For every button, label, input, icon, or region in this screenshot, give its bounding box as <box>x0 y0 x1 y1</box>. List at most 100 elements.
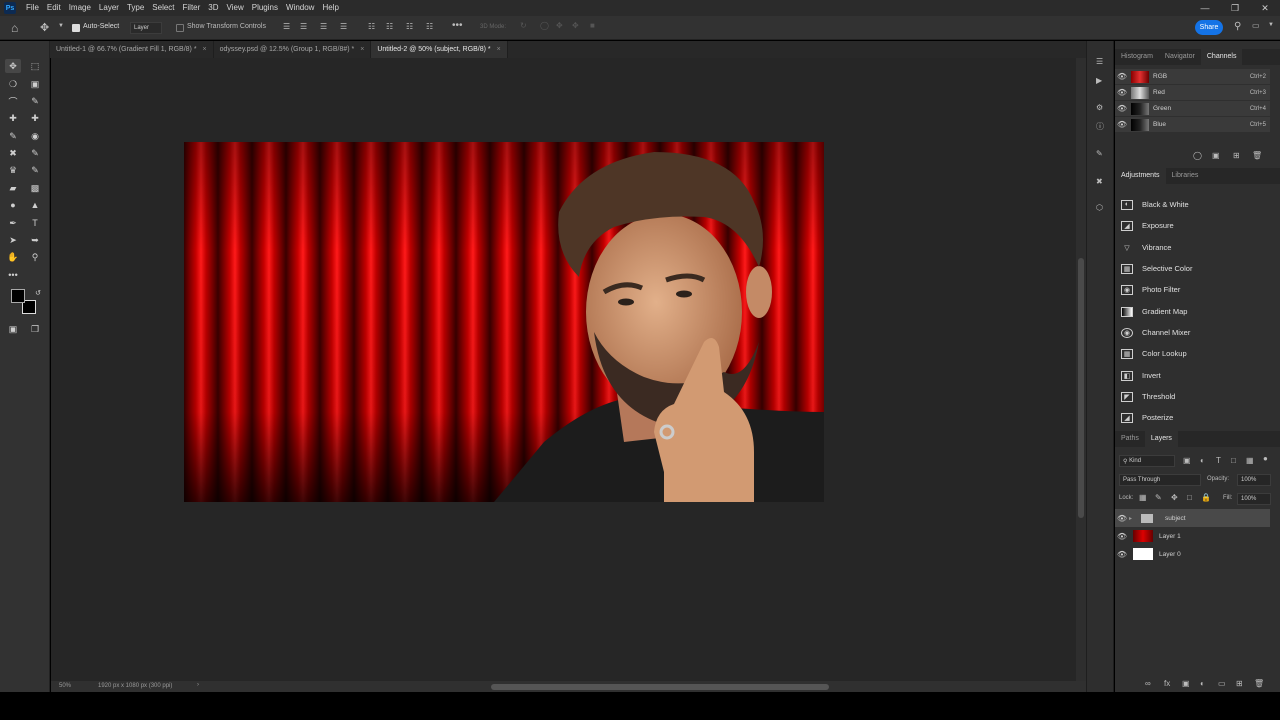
history-brush-icon[interactable]: ✎ <box>27 163 43 177</box>
eyedropper-tool-icon[interactable]: ✎ <box>27 94 43 108</box>
tab-channels[interactable]: Channels <box>1200 49 1243 65</box>
auto-select-checkbox[interactable] <box>72 24 80 32</box>
lock-artboard-icon[interactable]: □ <box>1187 493 1192 502</box>
visibility-eye-icon[interactable]: 👁 <box>1115 514 1129 523</box>
menu-view[interactable]: View <box>223 0 248 16</box>
filter-smart-icon[interactable]: ▦ <box>1246 456 1254 465</box>
edit-toolbar-icon[interactable]: ••• <box>5 268 21 282</box>
adjustment-item[interactable]: Gradient Map <box>1121 301 1261 322</box>
document-tab-active[interactable]: Untitled-2 @ 50% (subject, RGB/8) * × <box>371 41 508 58</box>
tab-histogram[interactable]: Histogram <box>1115 49 1159 65</box>
fx-icon[interactable]: fx <box>1164 679 1170 688</box>
properties-icon[interactable]: ⚙ <box>1096 103 1103 112</box>
layer-row[interactable]: 👁 Layer 0 <box>1115 545 1270 563</box>
channel-row[interactable]: 👁 RGB Ctrl+2 <box>1115 69 1270 85</box>
menu-edit[interactable]: Edit <box>43 0 65 16</box>
screen-mode-icon[interactable]: ❐ <box>27 322 43 336</box>
vertical-scrollbar[interactable] <box>1076 58 1086 681</box>
load-selection-icon[interactable]: ◯ <box>1193 151 1202 160</box>
menu-layer[interactable]: Layer <box>95 0 123 16</box>
search-icon[interactable]: ⚲ <box>1234 21 1241 32</box>
swap-colors-icon[interactable]: ↺ <box>30 286 46 300</box>
brush-settings-icon[interactable]: ✎ <box>1096 149 1103 158</box>
lock-all-icon[interactable]: 🔒 <box>1201 493 1211 502</box>
crop-tool-icon[interactable]: ⌒ <box>5 94 21 108</box>
visibility-eye-icon[interactable]: 👁 <box>1115 72 1129 81</box>
blur-tool-icon[interactable]: ● <box>5 198 21 212</box>
stamp-tool-icon[interactable]: ♛ <box>5 163 21 177</box>
horizontal-scrollbar[interactable] <box>491 684 829 690</box>
content-aware-icon[interactable]: ✖ <box>5 146 21 160</box>
new-channel-icon[interactable]: ⊞ <box>1233 151 1240 160</box>
more-options-icon[interactable]: ••• <box>452 20 463 31</box>
menu-image[interactable]: Image <box>65 0 95 16</box>
new-group-icon[interactable]: ▭ <box>1218 679 1226 688</box>
filter-type-icon[interactable]: T <box>1216 456 1221 465</box>
tab-paths[interactable]: Paths <box>1115 431 1145 447</box>
gradient-tool-icon[interactable]: ▩ <box>27 181 43 195</box>
tab-libraries[interactable]: Libraries <box>1166 168 1205 184</box>
foreground-color-swatch[interactable] <box>11 289 25 303</box>
layer-row[interactable]: 👁 Layer 1 <box>1115 527 1270 545</box>
mixer-brush-icon[interactable]: ✎ <box>27 146 43 160</box>
tab-layers[interactable]: Layers <box>1144 431 1178 447</box>
channel-row[interactable]: 👁 Green Ctrl+4 <box>1115 101 1270 117</box>
adjustment-item[interactable]: ◢ Exposure <box>1121 215 1261 236</box>
distribute-top-icon[interactable]: ☷ <box>426 22 433 31</box>
tab-adjustments[interactable]: Adjustments <box>1115 168 1166 184</box>
brush-tool-icon[interactable]: ✎ <box>5 129 21 143</box>
dodge-tool-icon[interactable]: ▲ <box>27 198 43 212</box>
menu-select[interactable]: Select <box>148 0 178 16</box>
adjustment-item[interactable]: ◉ Photo Filter <box>1121 279 1261 300</box>
close-window-icon[interactable]: ✕ <box>1250 0 1280 16</box>
align-right-icon[interactable]: ☰ <box>320 22 327 31</box>
zoom-tool-icon[interactable]: ⚲ <box>27 250 43 264</box>
pen-tool-icon[interactable]: ✒ <box>5 216 21 230</box>
adjustment-item[interactable]: ▦ Color Lookup <box>1121 343 1261 364</box>
filter-pixel-icon[interactable]: ▣ <box>1183 456 1191 465</box>
close-tab-icon[interactable]: × <box>203 46 207 53</box>
filter-shape-icon[interactable]: □ <box>1231 456 1236 465</box>
move-tool-icon[interactable]: ✥ <box>5 59 21 73</box>
document-canvas[interactable] <box>184 142 824 502</box>
link-layers-icon[interactable]: ∞ <box>1145 679 1151 688</box>
chevron-down-icon[interactable]: ▼ <box>1268 22 1274 28</box>
3d-cube-icon[interactable]: ⬡ <box>1096 203 1103 212</box>
document-tab[interactable]: odyssey.psd @ 12.5% (Group 1, RGB/8#) * × <box>214 41 372 58</box>
healing-brush-icon[interactable]: ✚ <box>27 111 43 125</box>
visibility-eye-icon[interactable]: 👁 <box>1115 88 1129 97</box>
lock-image-icon[interactable]: ✎ <box>1155 493 1162 502</box>
type-tool-icon[interactable]: T <box>27 216 43 230</box>
visibility-eye-icon[interactable]: 👁 <box>1115 104 1129 113</box>
close-tab-icon[interactable]: × <box>360 46 364 53</box>
adjustment-layer-icon[interactable]: ◐ <box>1200 679 1205 688</box>
fill-field[interactable]: 100% <box>1237 493 1271 505</box>
menu-type[interactable]: Type <box>123 0 148 16</box>
layer-filter-dropdown[interactable]: ⚲ Kind <box>1119 455 1175 467</box>
clone-stamp-icon[interactable]: ◉ <box>27 129 43 143</box>
layer-row-selected[interactable]: 👁 ▸ subject <box>1115 509 1270 527</box>
adjustment-item[interactable]: ◉ Channel Mixer <box>1121 322 1261 343</box>
move-tool-icon[interactable]: ✥ <box>40 21 49 34</box>
tools-icon[interactable]: ✖ <box>1096 177 1103 186</box>
filter-adjustment-icon[interactable]: ◐ <box>1200 456 1205 465</box>
path-select-icon[interactable]: ➤ <box>5 233 21 247</box>
chevron-right-icon[interactable]: › <box>197 682 199 688</box>
scroll-thumb[interactable] <box>1078 258 1084 518</box>
distribute-center-icon[interactable]: ☷ <box>386 22 393 31</box>
direct-select-icon[interactable]: ➥ <box>27 233 43 247</box>
channel-row[interactable]: 👁 Blue Ctrl+5 <box>1115 117 1270 133</box>
home-icon[interactable]: ⌂ <box>11 21 18 35</box>
workspace-icon[interactable]: ▭ <box>1252 21 1260 30</box>
lasso-tool-icon[interactable]: ❍ <box>5 77 21 91</box>
menu-plugins[interactable]: Plugins <box>248 0 282 16</box>
object-select-icon[interactable]: ▣ <box>27 77 43 91</box>
delete-icon[interactable]: 🗑 <box>1252 151 1262 160</box>
zoom-level[interactable]: 50% <box>59 683 71 689</box>
visibility-eye-icon[interactable]: 👁 <box>1115 550 1129 559</box>
align-top-icon[interactable]: ☰ <box>340 22 347 31</box>
actions-play-icon[interactable]: ▶ <box>1096 76 1102 85</box>
history-icon[interactable]: ☰ <box>1096 57 1103 66</box>
marquee-tool-icon[interactable]: ⬚ <box>27 59 43 73</box>
distribute-right-icon[interactable]: ☷ <box>406 22 413 31</box>
